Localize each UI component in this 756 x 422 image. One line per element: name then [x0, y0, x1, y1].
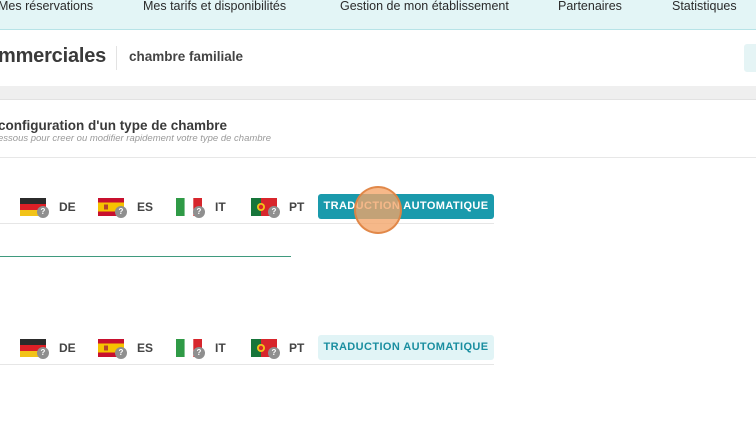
auto-translate-button[interactable]: TRADUCTION AUTOMATIQUE	[318, 194, 494, 219]
field-underline	[0, 364, 494, 365]
question-badge-icon: ?	[193, 206, 205, 218]
section-divider	[0, 157, 756, 158]
language-code: PT	[289, 200, 305, 214]
active-field-underline	[0, 256, 291, 257]
language-it[interactable]: ? IT	[176, 335, 236, 365]
question-badge-icon: ?	[268, 347, 280, 359]
language-pt[interactable]: ? PT	[251, 194, 311, 224]
nav-mes-reservations[interactable]: Mes réservations	[0, 0, 93, 13]
question-badge-icon: ?	[268, 206, 280, 218]
language-pt[interactable]: ? PT	[251, 335, 311, 365]
language-code: IT	[215, 341, 226, 355]
room-type-name: chambre familiale	[129, 49, 244, 64]
language-code: ES	[137, 341, 154, 355]
language-es[interactable]: ? ES	[98, 335, 158, 365]
header-divider	[116, 46, 117, 70]
section-subtitle: essous pour creer ou modifier rapidement…	[0, 133, 271, 144]
language-de[interactable]: ? DE	[20, 335, 80, 365]
language-code: PT	[289, 341, 305, 355]
header-action-button[interactable]	[744, 44, 756, 72]
language-code: DE	[59, 200, 76, 214]
language-es[interactable]: ? ES	[98, 194, 158, 224]
nav-statistiques[interactable]: Statistiques	[672, 0, 737, 13]
language-de[interactable]: ? DE	[20, 194, 80, 224]
section-title: configuration d'un type de chambre	[0, 118, 227, 133]
question-badge-icon: ?	[193, 347, 205, 359]
question-badge-icon: ?	[115, 206, 127, 218]
nav-gestion-etablissement[interactable]: Gestion de mon établissement	[340, 0, 509, 13]
page-header: mmerciales chambre familiale	[0, 30, 756, 86]
nav-partenaires[interactable]: Partenaires	[558, 0, 622, 13]
top-navigation: Mes réservations Mes tarifs et disponibi…	[0, 0, 756, 30]
auto-translate-button[interactable]: TRADUCTION AUTOMATIQUE	[318, 335, 494, 360]
question-badge-icon: ?	[37, 347, 49, 359]
field-underline	[0, 223, 494, 224]
language-it[interactable]: ? IT	[176, 194, 236, 224]
page-title: mmerciales	[0, 45, 107, 67]
language-code: ES	[137, 200, 154, 214]
click-indicator	[354, 186, 402, 234]
language-code: IT	[215, 200, 226, 214]
question-badge-icon: ?	[37, 206, 49, 218]
question-badge-icon: ?	[115, 347, 127, 359]
language-code: DE	[59, 341, 76, 355]
nav-mes-tarifs[interactable]: Mes tarifs et disponibilités	[143, 0, 286, 13]
header-separator-band	[0, 86, 756, 100]
